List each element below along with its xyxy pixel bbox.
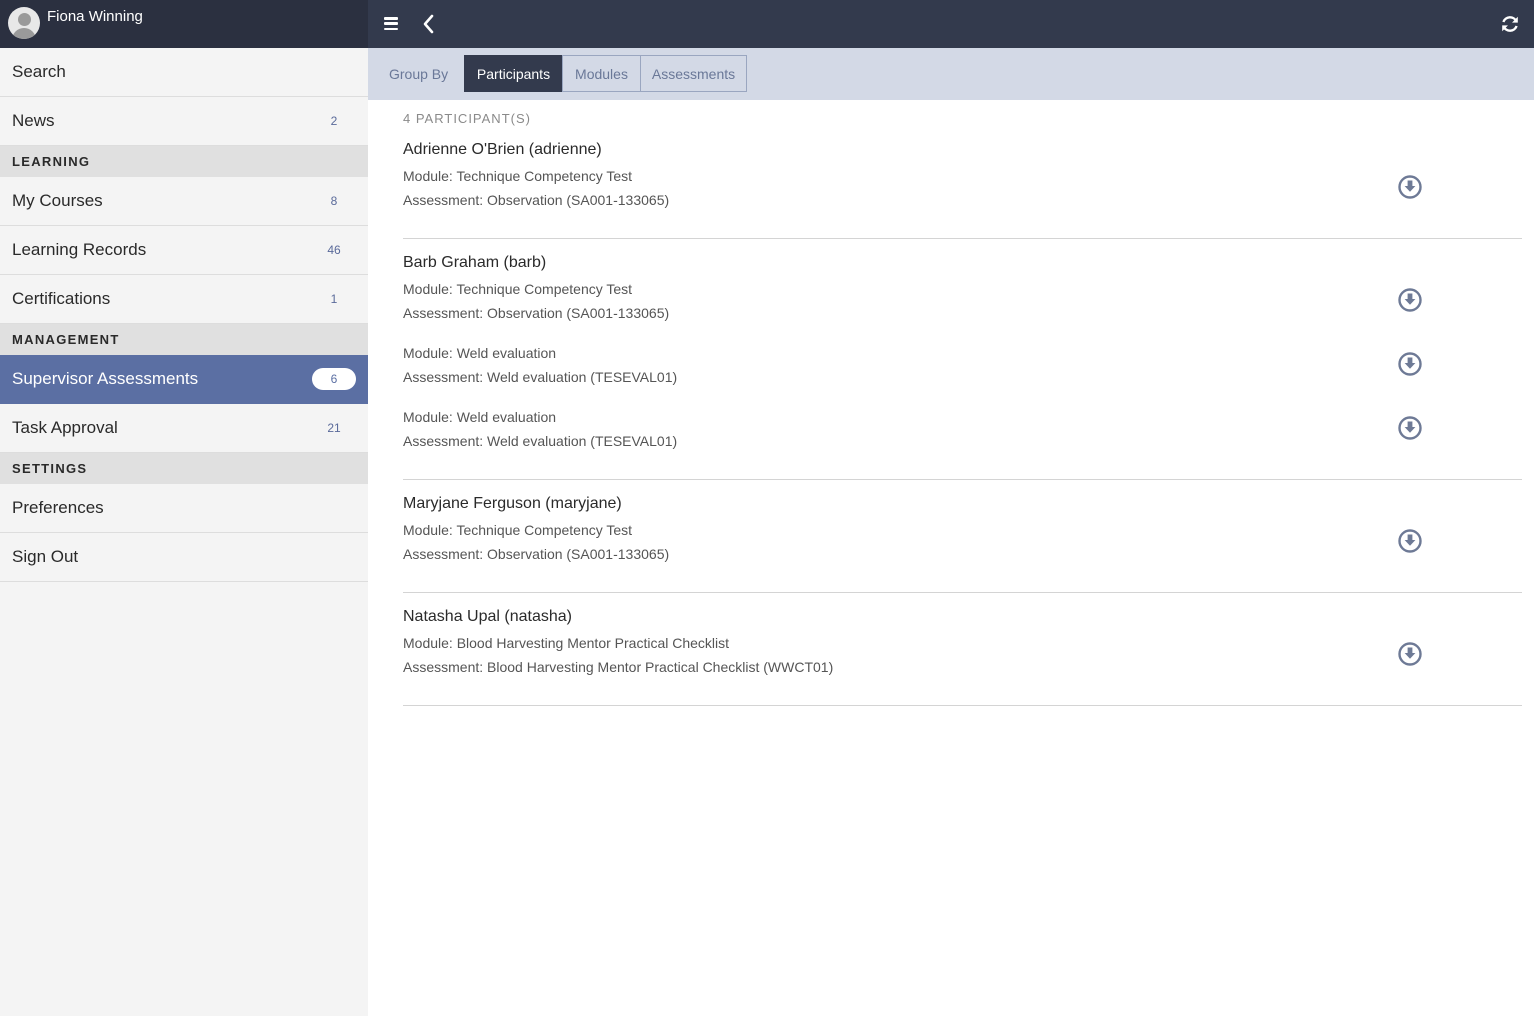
supervisor-assessments-count-badge: 6 — [312, 368, 356, 390]
group-by-assessments-button[interactable]: Assessments — [640, 55, 747, 92]
download-icon[interactable] — [1397, 351, 1423, 377]
sidebar-item-label: Certifications — [12, 289, 111, 308]
group-by-label: Group By — [389, 66, 449, 82]
assessment-text: Assessment: Weld evaluation (TESEVAL01) — [403, 433, 678, 449]
group-by-participants-button[interactable]: Participants — [464, 55, 563, 92]
participant-name: Maryjane Ferguson (maryjane) — [403, 495, 622, 512]
refresh-icon[interactable] — [1500, 14, 1520, 34]
avatar — [8, 7, 40, 39]
sidebar: Fiona Winning Search News 2 LEARNING My … — [0, 0, 368, 1016]
sidebar-item-my-courses[interactable]: My Courses 8 — [0, 177, 368, 226]
sidebar-item-sign-out[interactable]: Sign Out — [0, 533, 368, 582]
module-text: Module: Technique Competency Test — [403, 281, 633, 297]
download-icon[interactable] — [1397, 415, 1423, 441]
assessment-text: Assessment: Observation (SA001-133065) — [403, 305, 670, 321]
module-text: Module: Technique Competency Test — [403, 168, 633, 184]
group-by-modules-button[interactable]: Modules — [562, 55, 641, 92]
sidebar-item-label: Supervisor Assessments — [12, 369, 199, 388]
assessment-text: Assessment: Blood Harvesting Mentor Prac… — [403, 659, 834, 675]
section-header-management: MANAGEMENT — [0, 324, 368, 355]
module-text: Module: Weld evaluation — [403, 409, 557, 425]
participant-card: Natasha Upal (natasha) Module: Blood Har… — [403, 593, 1522, 706]
module-text: Module: Weld evaluation — [403, 345, 557, 361]
sidebar-item-certifications[interactable]: Certifications 1 — [0, 275, 368, 324]
sidebar-item-label: Sign Out — [12, 547, 79, 566]
assessment-text: Assessment: Observation (SA001-133065) — [403, 546, 670, 562]
section-header-learning: LEARNING — [0, 146, 368, 177]
hamburger-menu-icon[interactable] — [384, 17, 398, 31]
module-text: Module: Technique Competency Test — [403, 522, 633, 538]
sidebar-item-learning-records[interactable]: Learning Records 46 — [0, 226, 368, 275]
news-count-badge: 2 — [330, 114, 338, 128]
task-approval-count-badge: 21 — [327, 421, 341, 435]
download-icon[interactable] — [1397, 528, 1423, 554]
sidebar-item-label: My Courses — [12, 191, 103, 210]
participant-card: Barb Graham (barb) Module: Technique Com… — [403, 239, 1522, 480]
top-bar — [368, 0, 1534, 48]
user-header[interactable]: Fiona Winning — [0, 0, 368, 48]
download-icon[interactable] — [1397, 174, 1423, 200]
download-icon[interactable] — [1397, 287, 1423, 313]
sidebar-item-preferences[interactable]: Preferences — [0, 484, 368, 533]
sidebar-item-supervisor-assessments[interactable]: Supervisor Assessments 6 — [0, 355, 368, 404]
sidebar-item-label: Task Approval — [12, 418, 118, 437]
sidebar-item-task-approval[interactable]: Task Approval 21 — [0, 404, 368, 453]
participant-name: Natasha Upal (natasha) — [403, 608, 572, 625]
group-by-bar: Group By Participants Modules Assessment… — [368, 48, 1534, 100]
download-icon[interactable] — [1397, 641, 1423, 667]
sidebar-item-label: Preferences — [12, 498, 104, 517]
sidebar-item-search[interactable]: Search — [0, 48, 368, 97]
user-name: Fiona Winning — [47, 8, 143, 25]
assessment-text: Assessment: Observation (SA001-133065) — [403, 192, 670, 208]
participant-name: Adrienne O'Brien (adrienne) — [403, 141, 602, 158]
participant-card: Adrienne O'Brien (adrienne) Module: Tech… — [403, 138, 1522, 239]
sidebar-item-label: News — [12, 111, 55, 130]
participant-count: 4 PARTICIPANT(S) — [403, 111, 531, 126]
back-chevron-icon[interactable] — [420, 14, 436, 34]
certifications-count-badge: 1 — [330, 292, 338, 306]
participant-card: Maryjane Ferguson (maryjane) Module: Tec… — [403, 480, 1522, 593]
sidebar-item-label: Learning Records — [12, 240, 147, 259]
participant-name: Barb Graham (barb) — [403, 254, 547, 271]
sidebar-item-news[interactable]: News 2 — [0, 97, 368, 146]
section-header-settings: SETTINGS — [0, 453, 368, 484]
assessment-text: Assessment: Weld evaluation (TESEVAL01) — [403, 369, 678, 385]
sidebar-item-label: Search — [12, 62, 66, 81]
learning-records-count-badge: 46 — [327, 243, 341, 257]
module-text: Module: Blood Harvesting Mentor Practica… — [403, 635, 730, 651]
my-courses-count-badge: 8 — [330, 194, 338, 208]
